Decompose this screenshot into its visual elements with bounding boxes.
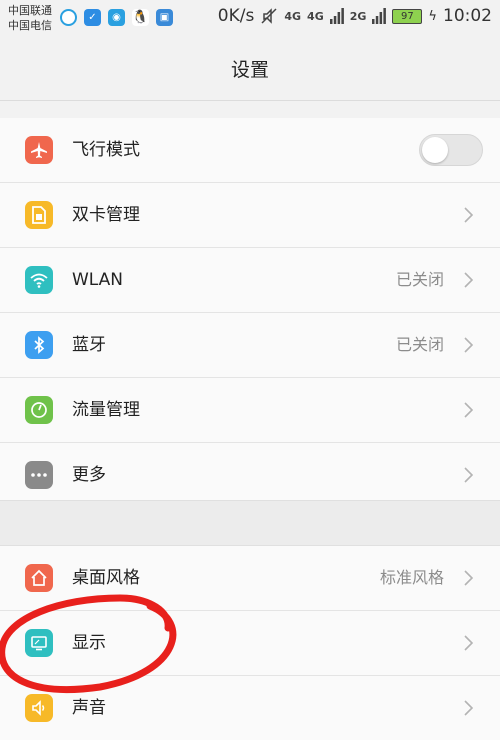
- bluetooth-status: 已关闭: [395, 335, 444, 354]
- signal-bars-2-icon: [372, 8, 387, 24]
- airplane-mode-toggle[interactable]: [419, 134, 483, 166]
- status-bar: 中国联通 中国电信 ✓ ◉ 🐧 ▣ 0K/s 4G 4G 2G 97 ϟ 10:…: [0, 0, 500, 36]
- data-usage-icon: [25, 396, 53, 424]
- carrier-2: 中国电信: [8, 19, 52, 32]
- home-icon: [25, 564, 53, 592]
- display-row[interactable]: 显示: [0, 611, 500, 676]
- qq-notification-icon: 🐧: [132, 9, 149, 26]
- airplane-mode-label: 飞行模式: [72, 140, 140, 160]
- page-title: 设置: [230, 58, 269, 81]
- sound-row[interactable]: 声音: [0, 676, 500, 740]
- signal-4g-label: 4G: [284, 9, 302, 23]
- charging-icon: ϟ: [428, 8, 437, 24]
- section-divider: [0, 500, 500, 546]
- gallery-notification-icon: ▣: [156, 9, 173, 26]
- more-dots-icon: [25, 461, 53, 489]
- more-row[interactable]: 更多: [0, 443, 500, 507]
- chevron-right-icon: [464, 272, 474, 288]
- header: 设置: [0, 36, 500, 101]
- chevron-right-icon: [464, 635, 474, 651]
- home-style-value: 标准风格: [379, 568, 444, 587]
- home-style-label: 桌面风格: [72, 568, 140, 588]
- display-label: 显示: [72, 633, 106, 653]
- status-indicators: 0K/s 4G 4G 2G 97 ϟ 10:02: [218, 6, 492, 26]
- app-notification-icon: ✓: [84, 9, 101, 26]
- wlan-status: 已关闭: [395, 270, 444, 289]
- home-style-row[interactable]: 桌面风格 标准风格: [0, 546, 500, 611]
- battery-icon: 97: [392, 8, 423, 24]
- chevron-right-icon: [464, 337, 474, 353]
- display-icon: [25, 629, 53, 657]
- mute-icon: [261, 8, 277, 24]
- data-usage-label: 流量管理: [72, 400, 140, 420]
- message-notification-icon: ◉: [108, 9, 125, 26]
- chevron-right-icon: [464, 700, 474, 716]
- chevron-right-icon: [464, 467, 474, 483]
- carrier-names: 中国联通 中国电信: [8, 3, 52, 33]
- clock: 10:02: [443, 6, 492, 26]
- wlan-row[interactable]: WLAN 已关闭: [0, 248, 500, 313]
- bluetooth-label: 蓝牙: [72, 335, 106, 355]
- notification-icons: ✓ ◉ 🐧 ▣: [60, 9, 173, 26]
- signal-bars-icon: [329, 8, 344, 24]
- wifi-icon: [25, 266, 53, 294]
- dual-sim-label: 双卡管理: [72, 205, 140, 225]
- more-label: 更多: [72, 465, 106, 485]
- chevron-right-icon: [464, 207, 474, 223]
- chevron-right-icon: [464, 402, 474, 418]
- speaker-icon: [25, 694, 53, 722]
- dual-sim-row[interactable]: 双卡管理: [0, 183, 500, 248]
- sim-card-icon: [25, 201, 53, 229]
- browser-notification-icon: [60, 9, 77, 26]
- airplane-icon: [25, 136, 53, 164]
- net-speed: 0K/s: [217, 6, 255, 26]
- airplane-mode-row[interactable]: 飞行模式: [0, 118, 500, 183]
- bluetooth-row[interactable]: 蓝牙 已关闭: [0, 313, 500, 378]
- toggle-knob: [422, 137, 448, 163]
- carrier-1: 中国联通: [8, 4, 52, 17]
- sound-label: 声音: [72, 698, 106, 718]
- settings-section-1: 飞行模式 双卡管理 WLAN 已关闭 蓝牙 已关闭 流量管理 更多: [0, 118, 500, 507]
- chevron-right-icon: [464, 570, 474, 586]
- wlan-label: WLAN: [72, 270, 124, 290]
- bluetooth-icon: [25, 331, 53, 359]
- signal-1-label: 4G: [307, 9, 324, 23]
- signal-2-label: 2G: [349, 9, 367, 23]
- data-usage-row[interactable]: 流量管理: [0, 378, 500, 443]
